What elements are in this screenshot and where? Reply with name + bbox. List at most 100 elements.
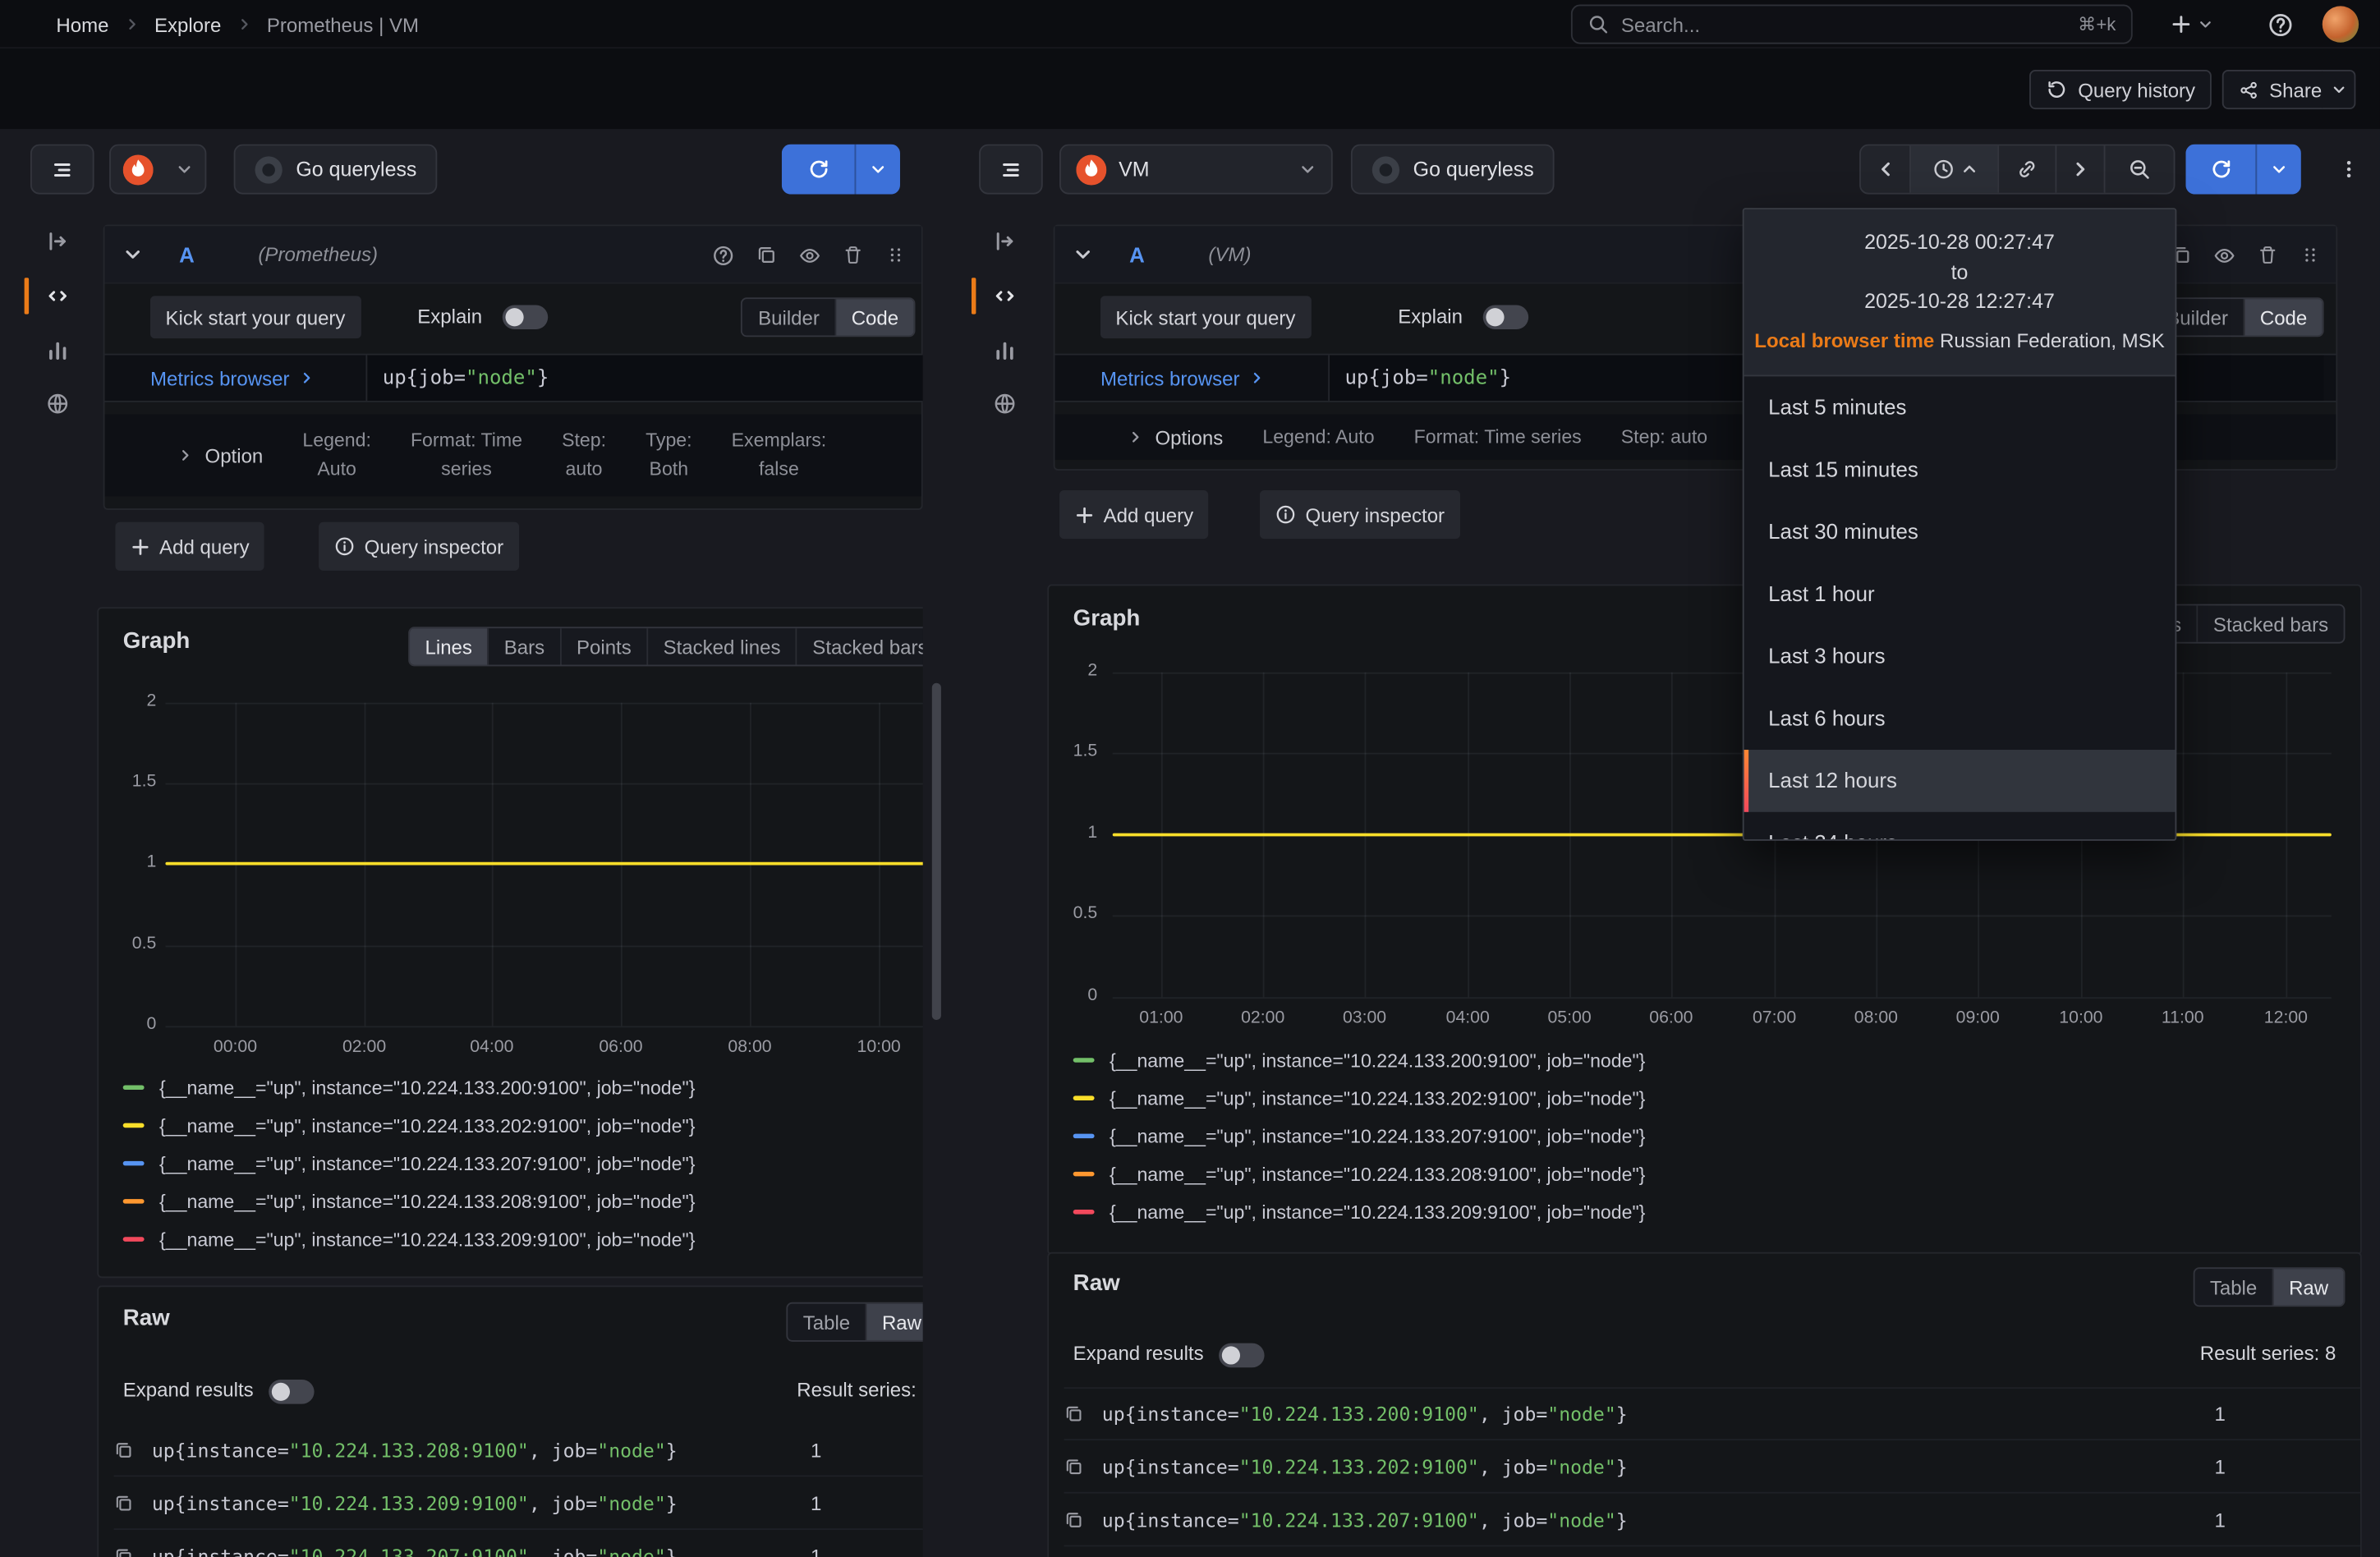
pane-scrollbar[interactable] [932, 683, 941, 1020]
raw-tab[interactable]: Raw [2272, 1269, 2344, 1305]
add-query-button[interactable]: Add query [115, 522, 264, 571]
refresh-button[interactable] [782, 145, 855, 195]
legend-item[interactable]: {__name__="up", instance="10.224.133.207… [123, 1145, 696, 1183]
query-inspector-button[interactable]: Query inspector [1260, 490, 1460, 539]
global-search[interactable]: ⌘+k [1571, 5, 2133, 44]
metrics-browser-link[interactable]: Metrics browser [1100, 366, 1264, 389]
legend-item[interactable]: {__name__="up", instance="10.224.133.200… [123, 1068, 696, 1106]
breadcrumb-explore[interactable]: Explore [154, 13, 221, 36]
collapse-query-icon[interactable] [1073, 245, 1093, 264]
remove-query-icon[interactable] [843, 245, 864, 266]
copy-icon[interactable] [1064, 1404, 1084, 1424]
timezone-link[interactable]: Local browser time [1754, 328, 1934, 351]
time-option-last-1h[interactable]: Last 1 hour [1744, 563, 2176, 625]
kebab-menu-icon[interactable] [2332, 145, 2362, 195]
copy-icon[interactable] [1064, 1509, 1084, 1529]
copy-icon[interactable] [114, 1440, 134, 1459]
outline-toggle-button[interactable] [30, 145, 94, 195]
graph-style-points[interactable]: Points [560, 628, 647, 664]
legend-item[interactable]: {__name__="up", instance="10.224.133.207… [1073, 1117, 1646, 1155]
datasource-picker-prometheus[interactable] [109, 145, 206, 195]
graph-style-stacked-bars[interactable]: Stacked bars [796, 628, 923, 664]
graph-style-lines[interactable]: Lines [410, 628, 487, 664]
new-button[interactable] [2162, 6, 2222, 42]
time-shift-forward-button[interactable] [2055, 145, 2103, 192]
drag-handle-icon[interactable] [885, 245, 907, 266]
time-option-last-15m[interactable]: Last 15 minutes [1744, 438, 2176, 500]
legend-item[interactable]: {__name__="up", instance="10.224.133.202… [1073, 1079, 1646, 1117]
raw-tab[interactable]: Raw [866, 1304, 923, 1340]
time-shift-back-button[interactable] [1861, 145, 1909, 192]
query-ref-id[interactable]: A [1129, 242, 1145, 267]
time-option-last-6h[interactable]: Last 6 hours [1744, 687, 2176, 749]
expand-results-toggle[interactable] [269, 1380, 314, 1404]
table-tab[interactable]: Table [788, 1304, 865, 1340]
zoom-out-button[interactable] [2104, 145, 2174, 192]
builder-tab[interactable]: Builder [743, 299, 835, 335]
query-inspector-button[interactable]: Query inspector [319, 522, 519, 571]
time-option-last-5m[interactable]: Last 5 minutes [1744, 375, 2176, 438]
outline-toggle-button[interactable] [979, 145, 1043, 195]
options-toggle[interactable]: Option [177, 444, 263, 467]
legend-item[interactable]: {__name__="up", instance="10.224.133.209… [123, 1220, 696, 1258]
graph-style-bars[interactable]: Bars [487, 628, 559, 664]
query-expression-input[interactable]: up{job="node"} [365, 355, 922, 400]
globe-rail-icon[interactable] [984, 383, 1027, 425]
graph-style-stacked-bars[interactable]: Stacked bars [2197, 605, 2344, 641]
table-tab[interactable]: Table [2194, 1269, 2272, 1305]
help-button[interactable] [2258, 6, 2301, 42]
datasource-picker-vm[interactable]: VM [1059, 145, 1333, 195]
query-history-button[interactable]: Query history [2029, 70, 2212, 109]
add-query-button[interactable]: Add query [1059, 490, 1209, 539]
metrics-browser-link[interactable]: Metrics browser [150, 366, 314, 389]
collapse-pane-icon[interactable] [36, 220, 79, 263]
legend-item[interactable]: {__name__="up", instance="10.224.133.208… [123, 1183, 696, 1220]
copy-icon[interactable] [114, 1493, 134, 1513]
duplicate-query-icon[interactable] [756, 245, 777, 266]
legend-item[interactable]: {__name__="up", instance="10.224.133.200… [1073, 1041, 1646, 1079]
remove-query-icon[interactable] [2257, 245, 2278, 266]
collapse-query-icon[interactable] [123, 245, 143, 264]
copy-icon[interactable] [114, 1546, 134, 1557]
refresh-button[interactable] [2185, 145, 2255, 195]
legend-item[interactable]: {__name__="up", instance="10.224.133.202… [123, 1106, 696, 1144]
legend-item[interactable]: {__name__="up", instance="10.224.133.208… [1073, 1155, 1646, 1192]
breadcrumb-home[interactable]: Home [56, 13, 108, 36]
go-queryless-button[interactable]: Go queryless [234, 145, 437, 195]
time-option-last-3h[interactable]: Last 3 hours [1744, 625, 2176, 687]
expand-results-toggle[interactable] [1219, 1343, 1264, 1368]
time-option-last-12h[interactable]: Last 12 hours [1744, 749, 2176, 811]
collapse-pane-icon[interactable] [984, 220, 1027, 263]
share-menu-button[interactable] [2323, 70, 2356, 109]
hide-query-icon[interactable] [2213, 244, 2236, 267]
code-tab[interactable]: Code [2244, 299, 2323, 335]
time-option-last-24h[interactable]: Last 24 hours [1744, 811, 2176, 841]
refresh-interval-button[interactable] [855, 145, 900, 195]
share-button[interactable]: Share [2222, 70, 2339, 109]
metrics-rail-icon[interactable] [984, 329, 1027, 372]
query-options-row[interactable]: Option Legend:Auto Format: Timeseries St… [105, 415, 921, 497]
graph-style-stacked-lines[interactable]: Stacked lines [646, 628, 796, 664]
hide-query-icon[interactable] [798, 244, 821, 267]
go-queryless-button[interactable]: Go queryless [1351, 145, 1554, 195]
copy-icon[interactable] [1064, 1456, 1084, 1476]
refresh-interval-button[interactable] [2255, 145, 2300, 195]
kick-start-button[interactable]: Kick start your query [1100, 296, 1311, 338]
legend-item[interactable]: {__name__="up", instance="10.224.133.209… [1073, 1193, 1646, 1231]
code-rail-icon[interactable] [984, 275, 1027, 318]
explain-toggle[interactable] [1483, 305, 1528, 329]
time-picker-button[interactable] [1909, 145, 1997, 192]
globe-rail-icon[interactable] [36, 383, 79, 425]
code-tab[interactable]: Code [834, 299, 913, 335]
options-toggle[interactable]: Options [1128, 425, 1223, 448]
metrics-rail-icon[interactable] [36, 329, 79, 372]
query-ref-id[interactable]: A [179, 242, 195, 267]
code-rail-icon[interactable] [36, 275, 79, 318]
user-avatar[interactable] [2323, 6, 2359, 42]
kick-start-button[interactable]: Kick start your query [150, 296, 361, 338]
explain-toggle[interactable] [503, 305, 548, 329]
query-help-icon[interactable] [712, 244, 735, 267]
time-sync-link-button[interactable] [1997, 145, 2055, 192]
search-input[interactable] [1621, 13, 2065, 36]
time-option-last-30m[interactable]: Last 30 minutes [1744, 500, 2176, 563]
